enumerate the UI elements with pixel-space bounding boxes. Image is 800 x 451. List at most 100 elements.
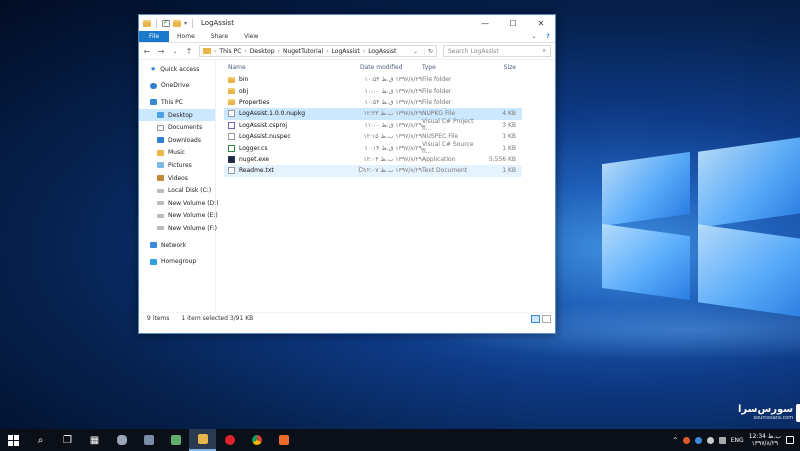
drive-icon bbox=[157, 213, 164, 218]
selection-info: 1 item selected 3/91 KB bbox=[181, 315, 254, 322]
recent-chevron-icon[interactable]: ⌄ bbox=[171, 48, 179, 55]
nav-item-downloads[interactable]: Downloads bbox=[139, 134, 215, 147]
new-folder-icon[interactable] bbox=[173, 19, 181, 27]
file-type: NUPKG File bbox=[422, 110, 456, 118]
search-icon[interactable]: ⌕ bbox=[27, 429, 54, 451]
file-row[interactable]: bin ۱۳۹۷/۸/۲۹ ق.ظ ۱۰:۵۴ File folder bbox=[224, 74, 522, 85]
refresh-icon[interactable]: ↻ bbox=[423, 47, 436, 55]
nav-item-homegroup[interactable]: Homegroup bbox=[139, 255, 215, 268]
large-icons-view-icon[interactable] bbox=[542, 314, 551, 323]
breadcrumb-this-pc[interactable]: This PC bbox=[219, 48, 241, 55]
nav-item-documents[interactable]: Documents bbox=[139, 121, 215, 134]
clock[interactable]: 12:34 ب.ظ ۱۳۹۷/۸/۲۹ bbox=[749, 433, 781, 447]
nav-item-new-volume-e[interactable]: New Volume (E:) bbox=[139, 210, 218, 223]
opera-icon[interactable] bbox=[216, 429, 243, 451]
file-row[interactable]: LogAssist.csproj ۱۳۹۷/۸/۲۹ ق.ظ ۱۱:۰۰ Visua… bbox=[224, 118, 522, 132]
music-icon bbox=[157, 149, 164, 156]
notepad-icon[interactable] bbox=[162, 429, 189, 451]
downloads-icon bbox=[157, 137, 164, 144]
column-size[interactable]: Size bbox=[484, 64, 520, 71]
column-type[interactable]: Type bbox=[422, 64, 484, 71]
file-size: 5,556 KB bbox=[488, 155, 516, 163]
nav-item-label: New Volume (E:) bbox=[168, 212, 218, 220]
minimize-button[interactable]: — bbox=[471, 15, 499, 31]
details-view-icon[interactable] bbox=[531, 314, 540, 323]
shield-icon[interactable] bbox=[694, 436, 702, 444]
forward-arrow-icon[interactable]: → bbox=[157, 47, 165, 56]
file-type: File folder bbox=[422, 87, 452, 95]
file-row[interactable]: obj ۱۳۹۷/۸/۲۹ ق.ظ ۱۰:۰۰ File folder bbox=[224, 85, 522, 96]
documents-icon bbox=[157, 124, 164, 131]
tab-file[interactable]: File bbox=[139, 31, 170, 42]
chevron-down-icon[interactable]: ▾ bbox=[184, 20, 187, 27]
tools-icon[interactable] bbox=[135, 429, 162, 451]
properties-icon[interactable] bbox=[162, 18, 170, 27]
nav-item-network[interactable]: Network bbox=[139, 239, 215, 252]
drive-icon bbox=[157, 201, 164, 206]
nav-item-this-pc[interactable]: This PC bbox=[139, 96, 215, 109]
file-name-cell: Logger.cs bbox=[224, 144, 360, 152]
search-input[interactable]: Search LogAssist ⌕ bbox=[443, 45, 551, 57]
back-arrow-icon[interactable]: ← bbox=[143, 47, 151, 56]
nav-item-local-disk-c[interactable]: Local Disk (C:) bbox=[139, 184, 215, 197]
nav-item-onedrive[interactable]: OneDrive bbox=[139, 80, 215, 93]
close-button[interactable]: ✕ bbox=[527, 15, 555, 31]
nav-item-quick-access[interactable]: ★ Quick access bbox=[139, 63, 215, 76]
update-icon[interactable] bbox=[682, 436, 690, 444]
nav-item-desktop[interactable]: Desktop bbox=[139, 108, 215, 122]
computer-icon bbox=[150, 99, 157, 106]
notification-icon[interactable] bbox=[786, 436, 794, 444]
nav-item-label: Pictures bbox=[168, 161, 192, 169]
file-row[interactable]: Properties ۱۳۹۷/۸/۲۹ ق.ظ ۱۰:۵۴ File folder bbox=[224, 97, 522, 108]
nav-item-new-volume-d[interactable]: New Volume (D:) bbox=[139, 197, 219, 210]
nav-item-label: Homegroup bbox=[161, 258, 197, 266]
nav-item-new-volume-f[interactable]: New Volume (F:) bbox=[139, 222, 217, 235]
file-row[interactable]: nuget.exe ۱۳۹۷/۸/۲۹ ب.ظ ۱۲:۰۴ Application 5… bbox=[224, 154, 522, 165]
volume-icon[interactable] bbox=[718, 436, 726, 444]
address-dropdown-icon[interactable]: ⌄ bbox=[410, 48, 421, 55]
tab-view[interactable]: View bbox=[236, 31, 266, 42]
file-name: LogAssist.nuspec bbox=[239, 133, 291, 141]
network-icon[interactable] bbox=[706, 436, 714, 444]
tab-home[interactable]: Home bbox=[169, 31, 203, 42]
nav-item-label: Documents bbox=[168, 124, 203, 132]
file-size: 1 KB bbox=[502, 167, 516, 175]
column-headers: Name Date modified Type Size bbox=[216, 60, 555, 74]
expand-ribbon-icon[interactable]: ⌄ bbox=[527, 31, 541, 42]
nav-item-videos[interactable]: Videos bbox=[139, 172, 215, 185]
file-explorer-icon[interactable] bbox=[189, 429, 216, 451]
chrome-icon[interactable] bbox=[243, 429, 270, 451]
sublime-text-icon[interactable] bbox=[270, 429, 297, 451]
window-title: LogAssist bbox=[201, 19, 234, 27]
file-row[interactable]: Logger.cs ۱۳۹۷/۸/۲۹ ق.ظ ۱۰:۱۴ Visual C# So… bbox=[224, 141, 522, 155]
nav-item-music[interactable]: Music bbox=[139, 147, 215, 160]
breadcrumb-nugettutorial[interactable]: NugetTutorial bbox=[283, 48, 323, 55]
database-icon[interactable] bbox=[108, 429, 135, 451]
column-name[interactable]: Name bbox=[224, 64, 360, 71]
help-icon[interactable]: ? bbox=[541, 31, 555, 42]
breadcrumb-logassist-current[interactable]: LogAssist bbox=[368, 48, 396, 55]
breadcrumb-desktop[interactable]: Desktop bbox=[250, 48, 275, 55]
nav-item-pictures[interactable]: Pictures bbox=[139, 159, 215, 172]
mouse-cursor-icon: ➤ bbox=[358, 165, 365, 174]
nav-item-label: Network bbox=[161, 241, 187, 249]
tray-chevron-icon[interactable]: ^ bbox=[673, 437, 678, 444]
file-icon bbox=[228, 110, 235, 118]
address-bar[interactable]: › This PC › Desktop › NugetTutorial › Lo… bbox=[199, 45, 437, 57]
language-indicator[interactable]: ENG bbox=[731, 437, 744, 444]
cloud-icon bbox=[150, 82, 157, 89]
breadcrumb-logassist[interactable]: LogAssist bbox=[332, 48, 360, 55]
calculator-icon[interactable]: ▦ bbox=[81, 429, 108, 451]
maximize-button[interactable]: ☐ bbox=[499, 15, 527, 31]
watermark-logo-icon: S bbox=[796, 404, 800, 422]
up-arrow-icon[interactable]: ↑ bbox=[185, 47, 193, 56]
file-row[interactable]: Readme.txt ۱۳۹۷/۸/۲۹ ب.ظ ۱۲:۰۷ Text Docume… bbox=[224, 165, 522, 177]
videos-icon bbox=[157, 175, 164, 182]
start-button[interactable] bbox=[0, 429, 27, 451]
tab-share[interactable]: Share bbox=[203, 31, 236, 42]
column-date-modified[interactable]: Date modified bbox=[360, 64, 422, 71]
nav-item-label: OneDrive bbox=[161, 82, 190, 90]
nav-item-label: Music bbox=[168, 149, 186, 157]
file-date: ۱۳۹۷/۸/۲۹ ق.ظ ۱۰:۵۴ bbox=[364, 76, 422, 84]
task-view-icon[interactable]: ❐ bbox=[54, 429, 81, 451]
